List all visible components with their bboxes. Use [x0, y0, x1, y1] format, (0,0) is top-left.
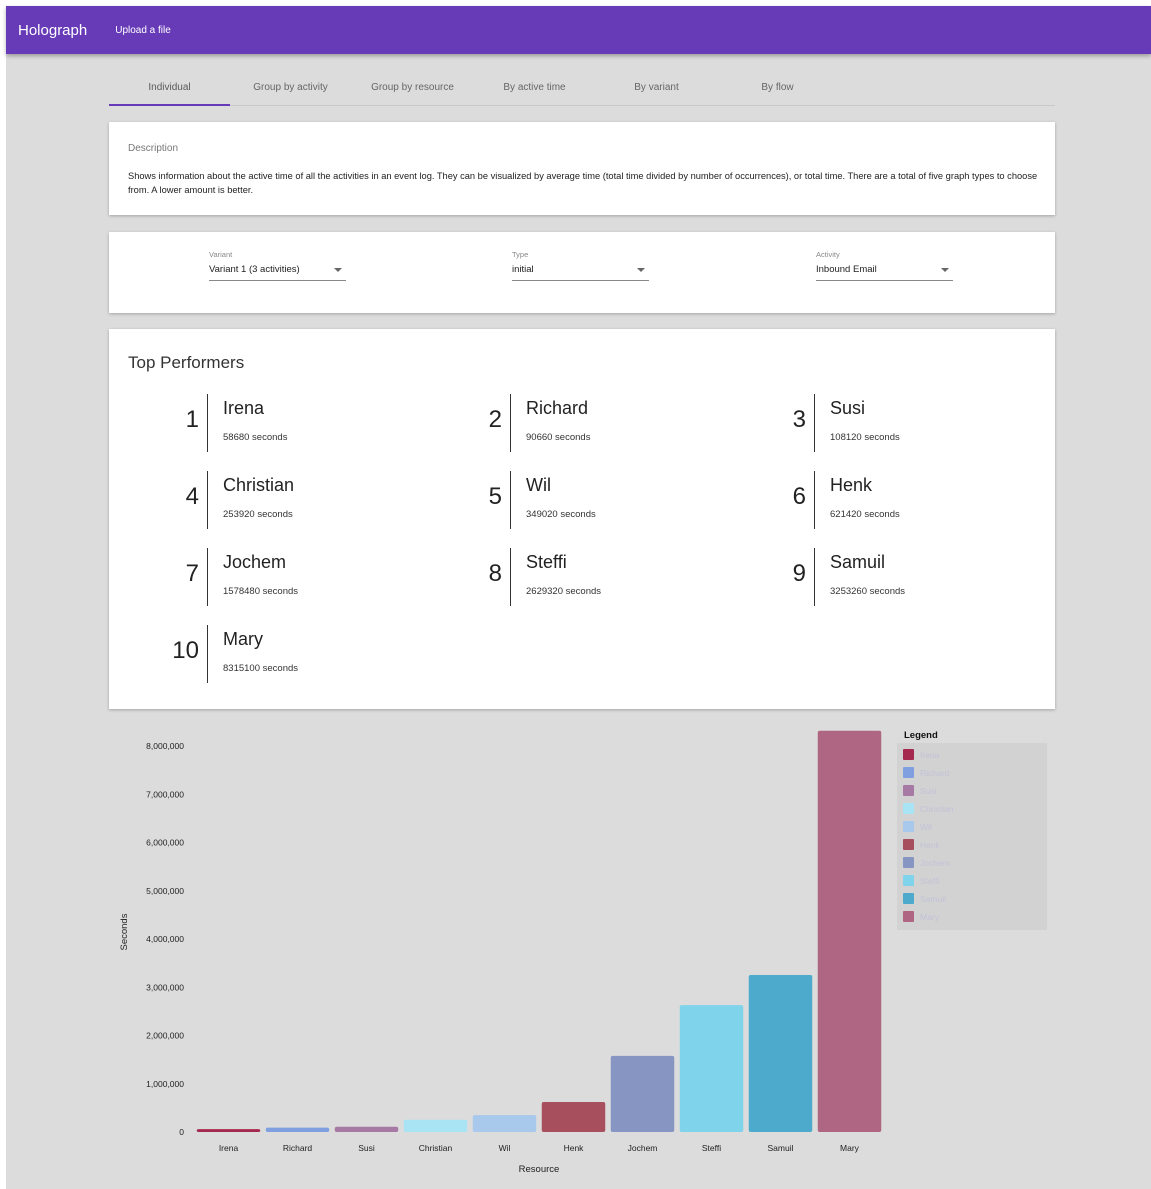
y-axis-label: Seconds	[119, 913, 130, 950]
legend-label: Steffi	[920, 876, 939, 886]
app-frame: Holograph Upload a file Individual Group…	[6, 6, 1151, 1189]
y-tick-label: 7,000,000	[146, 789, 184, 799]
x-tick-label: Jochem	[628, 1143, 658, 1153]
x-tick-label: Henk	[564, 1143, 585, 1153]
x-tick-label: Christian	[419, 1143, 453, 1153]
x-axis-label: Resource	[519, 1164, 560, 1175]
chart-bar	[265, 1127, 330, 1132]
legend-swatch	[903, 803, 914, 814]
chart-bar	[610, 1055, 675, 1132]
legend-swatch	[903, 875, 914, 886]
y-tick-label: 2,000,000	[146, 1031, 184, 1041]
legend-label: Wil	[920, 822, 932, 832]
legend-swatch	[903, 911, 914, 922]
legend-label: Christian	[920, 804, 954, 814]
y-tick-label: 3,000,000	[146, 982, 184, 992]
legend-swatch	[903, 749, 914, 760]
bar-chart: 0 1,000,000 2,000,000 3,000,000 4,000,000 5,0…	[119, 730, 1047, 1175]
chart-bar	[196, 1129, 261, 1132]
x-tick-label: Irena	[219, 1143, 239, 1153]
x-tick-label: Mary	[840, 1143, 860, 1153]
legend-label: Mary	[920, 912, 940, 922]
legend-label: Henk	[920, 840, 941, 850]
chart-bar	[748, 975, 813, 1132]
y-tick-label: 5,000,000	[146, 886, 184, 896]
legend-swatch	[903, 785, 914, 796]
legend-label: Samuil	[920, 894, 946, 904]
x-tick-label: Richard	[283, 1143, 313, 1153]
bar-chart-area: 0 1,000,000 2,000,000 3,000,000 4,000,000 5,0…	[6, 6, 1151, 1189]
chart-bar	[817, 730, 882, 1132]
chart-bar	[679, 1005, 744, 1132]
chart-bar	[403, 1119, 468, 1132]
chart-bar	[334, 1126, 399, 1132]
chart-bar	[541, 1102, 606, 1132]
x-tick-label: Susi	[358, 1143, 375, 1153]
legend-swatch	[903, 893, 914, 904]
legend-label: Irena	[920, 750, 940, 760]
legend-label: Jochem	[920, 858, 950, 868]
legend-title: Legend	[904, 730, 938, 741]
y-tick-label: 4,000,000	[146, 934, 184, 944]
legend-label: Susi	[920, 786, 937, 796]
legend-swatch	[903, 857, 914, 868]
y-tick-label: 1,000,000	[146, 1079, 184, 1089]
x-tick-label: Samuil	[768, 1143, 794, 1153]
y-tick-label: 8,000,000	[146, 741, 184, 751]
y-tick-label: 6,000,000	[146, 838, 184, 848]
chart-bar	[472, 1115, 537, 1132]
y-tick-label: 0	[179, 1127, 184, 1137]
legend-swatch	[903, 767, 914, 778]
legend-label: Richard	[920, 768, 950, 778]
x-tick-label: Wil	[499, 1143, 511, 1153]
legend-swatch	[903, 821, 914, 832]
x-tick-label: Steffi	[702, 1143, 721, 1153]
legend-swatch	[903, 839, 914, 850]
